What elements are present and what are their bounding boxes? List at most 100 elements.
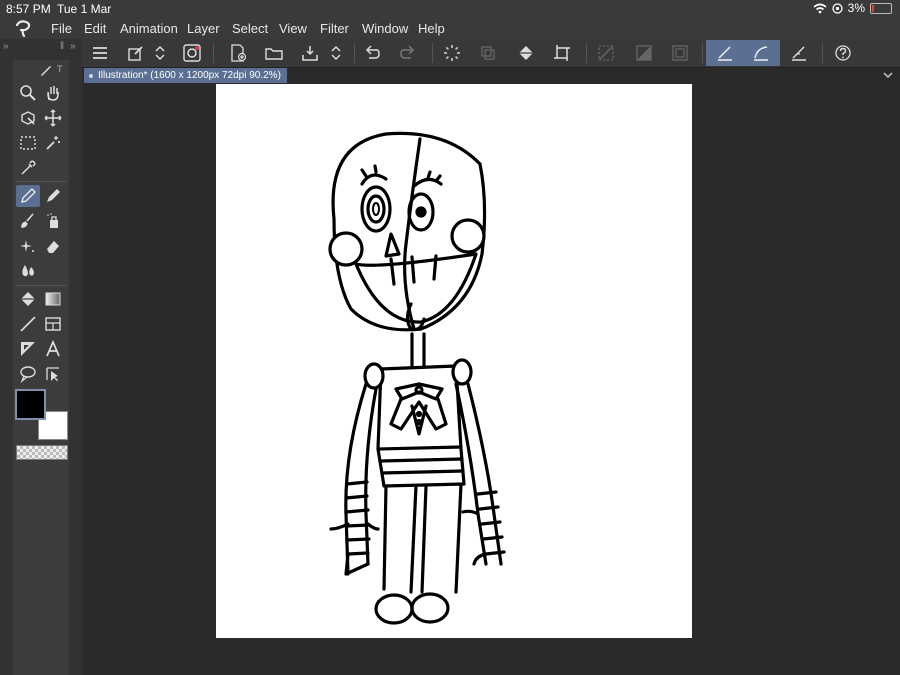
unsaved-dot-icon [89, 74, 93, 78]
crop-button[interactable] [550, 42, 574, 64]
save-icon [302, 46, 318, 61]
foreground-color-swatch[interactable] [15, 389, 46, 420]
menu-help[interactable]: Help [418, 21, 445, 36]
redo-icon [400, 45, 415, 59]
magic-wand-tool[interactable] [41, 132, 65, 154]
toolbar-separator [354, 43, 355, 63]
save-arrows-icon [331, 45, 341, 61]
menu-layer[interactable]: Layer [187, 21, 220, 36]
document-tab[interactable]: Illustration* (1600 x 1200px 72dpi 90.2%… [84, 68, 287, 83]
invert-icon [672, 45, 688, 61]
blend-tool[interactable] [16, 260, 40, 282]
frame-tool[interactable] [41, 313, 65, 335]
triangle-ruler-icon [21, 342, 35, 356]
edit-canvas-button[interactable] [124, 42, 148, 64]
document-tab-label: Illustration* (1600 x 1200px 72dpi 90.2%… [98, 70, 281, 81]
tool-palette-header: T [13, 62, 69, 78]
move-tool[interactable] [41, 107, 65, 129]
pencil-tool[interactable] [41, 185, 65, 207]
menu-edit[interactable]: Edit [84, 21, 106, 36]
pen-tool[interactable] [16, 185, 40, 207]
fill-mask-button[interactable] [632, 42, 656, 64]
chevron-down-icon[interactable] [882, 69, 894, 81]
menu-button[interactable] [88, 42, 112, 64]
menu-icon [93, 47, 107, 59]
decoration-tool[interactable] [16, 235, 40, 257]
eraser-tool[interactable] [41, 235, 65, 257]
menu-window[interactable]: Window [362, 21, 408, 36]
clock-time: 8:57 PM [6, 2, 51, 16]
app-logo-icon[interactable] [14, 19, 34, 37]
drawing-canvas[interactable] [216, 84, 692, 638]
balloon-tool[interactable] [16, 363, 40, 385]
invert-button[interactable] [668, 42, 692, 64]
special-ruler-snap-icon [754, 46, 768, 61]
grid-snap-icon [792, 46, 806, 61]
toolbar-separator [213, 43, 214, 63]
wifi-icon [813, 3, 827, 13]
new-file-button[interactable] [226, 42, 250, 64]
open-folder-icon [265, 48, 283, 60]
magnifier-icon [20, 85, 36, 101]
help-button[interactable] [831, 42, 855, 64]
undo-icon [365, 45, 380, 59]
save-options-button[interactable] [328, 42, 344, 64]
scroll-button[interactable] [152, 42, 168, 64]
gradient-tool[interactable] [41, 288, 65, 310]
status-bar: 8:57 PM Tue 1 Mar 3% [0, 0, 900, 17]
loading-button[interactable] [440, 42, 464, 64]
command-bar [82, 39, 900, 68]
fill-tool[interactable] [16, 288, 40, 310]
divider-handle-icon[interactable]: ‖ [60, 41, 64, 52]
battery-percent: 3% [847, 1, 865, 15]
transform-icon [481, 46, 495, 60]
magic-wand-icon [46, 136, 60, 150]
menu-file[interactable]: File [51, 21, 72, 36]
status-indicators: 3% [813, 1, 892, 15]
redo-button[interactable] [396, 42, 420, 64]
snap-special-ruler-button[interactable] [749, 42, 773, 64]
undo-button[interactable] [360, 42, 384, 64]
menu-select[interactable]: Select [232, 21, 268, 36]
menu-filter[interactable]: Filter [320, 21, 349, 36]
marquee-tool[interactable] [16, 132, 40, 154]
brush-icon [21, 213, 34, 228]
snap-grid-button[interactable] [787, 42, 811, 64]
lasso-tool[interactable] [16, 107, 40, 129]
fill-icon [519, 46, 533, 60]
airbrush-tool[interactable] [41, 210, 65, 232]
fill-button[interactable] [514, 42, 538, 64]
battery-icon [870, 2, 892, 14]
open-button[interactable] [262, 42, 286, 64]
line-tool[interactable] [16, 313, 40, 335]
transparent-color-swatch[interactable] [16, 445, 68, 460]
eyedropper-tool[interactable] [16, 157, 40, 179]
eraser-icon [47, 241, 59, 253]
brush-tab-icon[interactable] [39, 63, 53, 77]
menu-view[interactable]: View [279, 21, 307, 36]
line-icon [20, 316, 36, 332]
operation-tool[interactable] [41, 363, 65, 385]
toolbar-separator [586, 43, 587, 63]
tool-divider [16, 285, 66, 286]
clear-button[interactable] [594, 42, 618, 64]
transform-button[interactable] [476, 42, 500, 64]
save-button[interactable] [298, 42, 322, 64]
hand-tool[interactable] [41, 82, 65, 104]
edit-canvas-icon [128, 46, 143, 61]
brush-tool[interactable] [16, 210, 40, 232]
object-select-icon [21, 111, 35, 125]
zoom-tool[interactable] [16, 82, 40, 104]
collapse-left-icon[interactable]: » [3, 41, 9, 52]
record-icon [183, 44, 201, 62]
shape-tool[interactable] [16, 338, 40, 360]
move-arrows-icon [44, 109, 62, 127]
menu-animation[interactable]: Animation [120, 21, 178, 36]
text-tab[interactable]: T [57, 64, 63, 74]
text-tool[interactable] [41, 338, 65, 360]
crop-icon [554, 45, 570, 61]
record-button[interactable] [180, 42, 204, 64]
tool-divider [16, 181, 66, 182]
snap-ruler-button[interactable] [713, 42, 737, 64]
expand-right-icon[interactable]: » [70, 41, 76, 52]
